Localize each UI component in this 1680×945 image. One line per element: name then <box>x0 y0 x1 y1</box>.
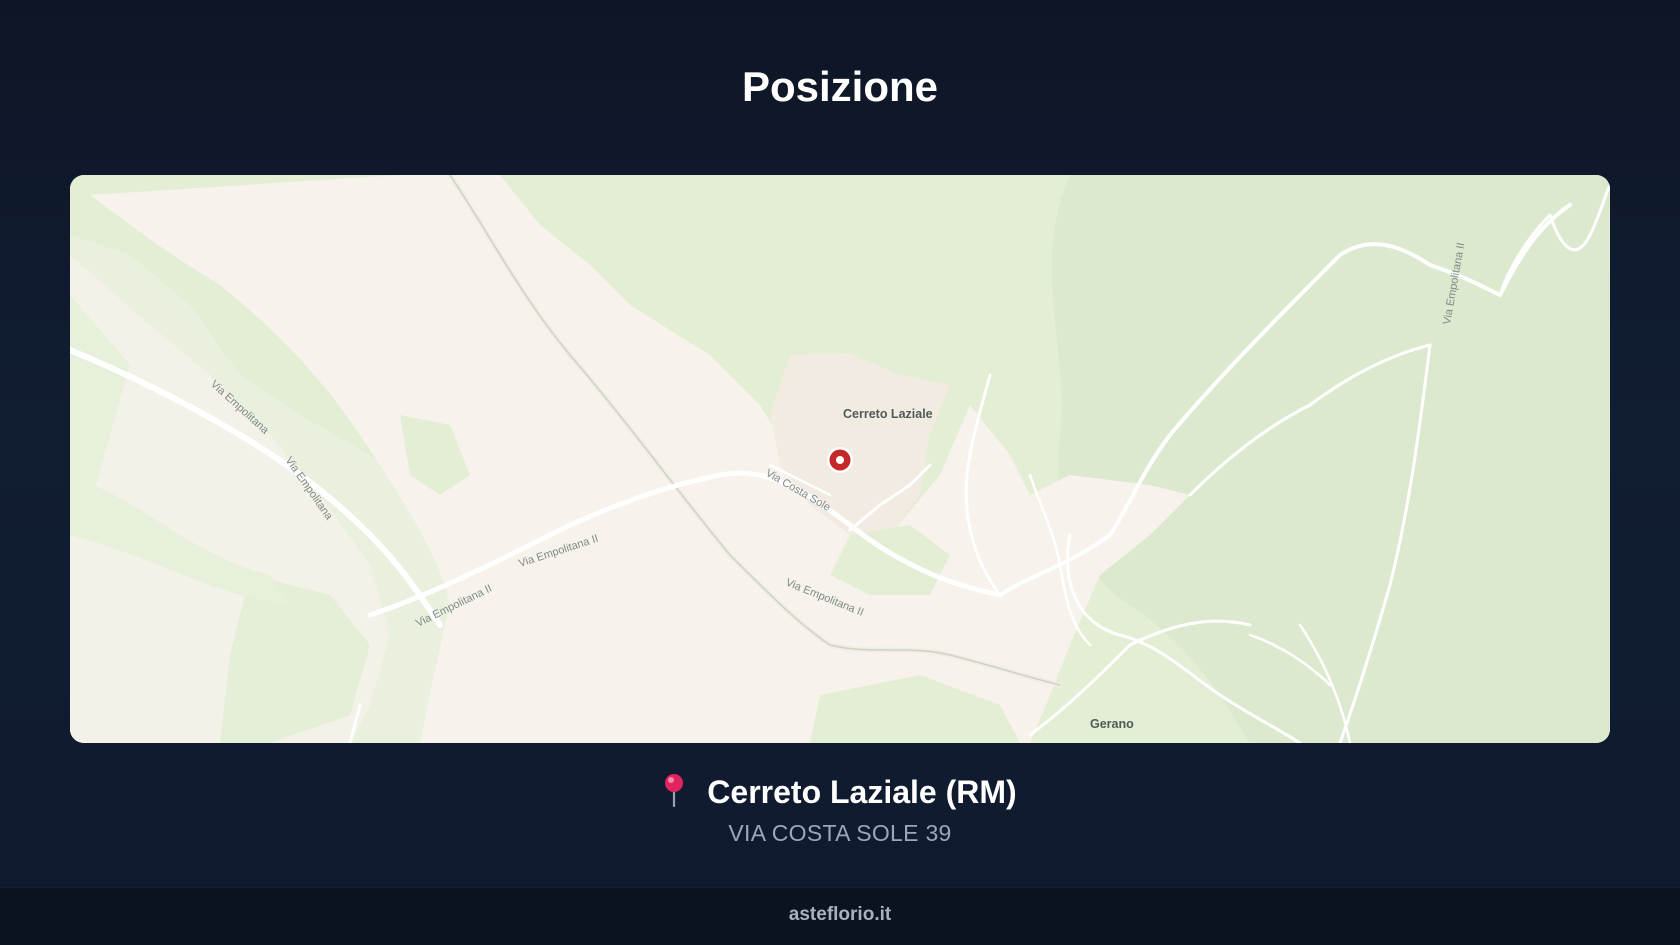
location-address: VIA COSTA SOLE 39 <box>728 820 952 846</box>
place-label-gerano: Gerano <box>1090 717 1134 731</box>
place-label-cerreto-laziale: Cerreto Laziale <box>843 407 933 421</box>
map-marker-icon[interactable] <box>827 447 853 473</box>
footer-site-name: asteflorio.it <box>788 904 892 925</box>
round-pushpin-icon <box>665 774 684 807</box>
location-city: Cerreto Laziale (RM) <box>707 774 1017 810</box>
map-canvas[interactable]: Via Empolitana Via Empolitana Via Empoli… <box>70 175 1610 743</box>
location-heading: Cerreto Laziale (RM) <box>0 772 1680 812</box>
map-view[interactable]: Via Empolitana Via Empolitana Via Empoli… <box>70 175 1610 743</box>
page-title: Posizione <box>741 63 939 110</box>
footer: asteflorio.it <box>0 887 1680 945</box>
